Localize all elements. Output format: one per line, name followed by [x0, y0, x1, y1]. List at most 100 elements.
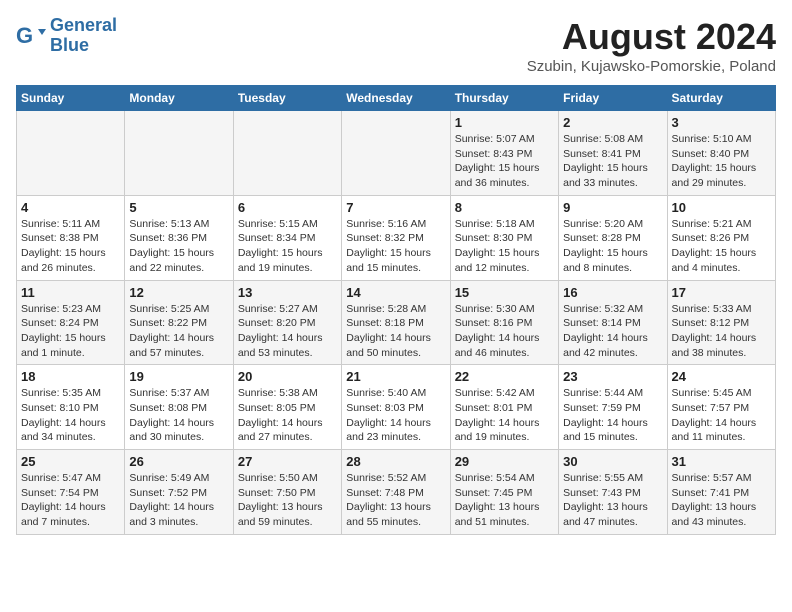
day-info: Sunrise: 5:28 AM Sunset: 8:18 PM Dayligh…	[346, 302, 445, 361]
day-number: 30	[563, 454, 662, 469]
calendar-table: SundayMondayTuesdayWednesdayThursdayFrid…	[16, 85, 776, 535]
day-info: Sunrise: 5:11 AM Sunset: 8:38 PM Dayligh…	[21, 217, 120, 276]
calendar-cell	[125, 111, 233, 196]
day-info: Sunrise: 5:21 AM Sunset: 8:26 PM Dayligh…	[672, 217, 771, 276]
calendar-body: 1Sunrise: 5:07 AM Sunset: 8:43 PM Daylig…	[17, 111, 776, 535]
calendar-cell: 20 Sunrise: 5:38 AM Sunset: 8:05 PM Dayli…	[233, 365, 341, 450]
day-number: 26	[129, 454, 228, 469]
calendar-cell: 11 Sunrise: 5:23 AM Sunset: 8:24 PM Dayli…	[17, 280, 125, 365]
day-number: 21	[346, 369, 445, 384]
day-number: 31	[672, 454, 771, 469]
day-number: 16	[563, 285, 662, 300]
day-info: Sunrise: 5:42 AM Sunset: 8:01 PM Dayligh…	[455, 386, 554, 445]
calendar-cell: 14 Sunrise: 5:28 AM Sunset: 8:18 PM Dayli…	[342, 280, 450, 365]
calendar-cell: 3 Sunrise: 5:10 AM Sunset: 8:40 PM Daylig…	[667, 111, 775, 196]
day-info: Sunrise: 5:20 AM Sunset: 8:28 PM Dayligh…	[563, 217, 662, 276]
day-number: 8	[455, 200, 554, 215]
calendar-cell	[342, 111, 450, 196]
day-number: 9	[563, 200, 662, 215]
calendar-week-3: 11 Sunrise: 5:23 AM Sunset: 8:24 PM Dayli…	[17, 280, 776, 365]
day-number: 7	[346, 200, 445, 215]
day-info: Sunrise: 5:32 AM Sunset: 8:14 PM Dayligh…	[563, 302, 662, 361]
day-info: Sunrise: 5:10 AM Sunset: 8:40 PM Dayligh…	[672, 132, 771, 191]
calendar-cell: 12Sunrise: 5:25 AM Sunset: 8:22 PM Dayli…	[125, 280, 233, 365]
svg-text:G: G	[16, 23, 33, 48]
day-info: Sunrise: 5:47 AM Sunset: 7:54 PM Dayligh…	[21, 471, 120, 530]
page-header: G General Blue August 2024 Szubin, Kujaw…	[16, 16, 776, 75]
location: Szubin, Kujawsko-Pomorskie, Poland	[527, 58, 776, 75]
day-info: Sunrise: 5:55 AM Sunset: 7:43 PM Dayligh…	[563, 471, 662, 530]
logo-line2: Blue	[50, 35, 89, 55]
day-number: 17	[672, 285, 771, 300]
weekday-header-thursday: Thursday	[450, 86, 558, 111]
day-info: Sunrise: 5:15 AM Sunset: 8:34 PM Dayligh…	[238, 217, 337, 276]
calendar-cell: 6Sunrise: 5:15 AM Sunset: 8:34 PM Daylig…	[233, 195, 341, 280]
day-info: Sunrise: 5:50 AM Sunset: 7:50 PM Dayligh…	[238, 471, 337, 530]
month-year: August 2024	[527, 16, 776, 58]
logo-text: General Blue	[50, 16, 117, 56]
day-number: 18	[21, 369, 120, 384]
calendar-cell: 17 Sunrise: 5:33 AM Sunset: 8:12 PM Dayli…	[667, 280, 775, 365]
day-info: Sunrise: 5:38 AM Sunset: 8:05 PM Dayligh…	[238, 386, 337, 445]
calendar-cell	[233, 111, 341, 196]
day-number: 3	[672, 115, 771, 130]
day-info: Sunrise: 5:57 AM Sunset: 7:41 PM Dayligh…	[672, 471, 771, 530]
calendar-cell: 10 Sunrise: 5:21 AM Sunset: 8:26 PM Dayli…	[667, 195, 775, 280]
day-number: 19	[129, 369, 228, 384]
day-info: Sunrise: 5:37 AM Sunset: 8:08 PM Dayligh…	[129, 386, 228, 445]
day-info: Sunrise: 5:40 AM Sunset: 8:03 PM Dayligh…	[346, 386, 445, 445]
calendar-cell: 26 Sunrise: 5:49 AM Sunset: 7:52 PM Dayli…	[125, 450, 233, 535]
day-info: Sunrise: 5:33 AM Sunset: 8:12 PM Dayligh…	[672, 302, 771, 361]
day-number: 12	[129, 285, 228, 300]
weekday-header-friday: Friday	[559, 86, 667, 111]
day-info: Sunrise: 5:49 AM Sunset: 7:52 PM Dayligh…	[129, 471, 228, 530]
calendar-cell: 28 Sunrise: 5:52 AM Sunset: 7:48 PM Dayli…	[342, 450, 450, 535]
day-info: Sunrise: 5:52 AM Sunset: 7:48 PM Dayligh…	[346, 471, 445, 530]
day-number: 4	[21, 200, 120, 215]
calendar-cell: 22 Sunrise: 5:42 AM Sunset: 8:01 PM Dayli…	[450, 365, 558, 450]
title-block: August 2024 Szubin, Kujawsko-Pomorskie, …	[527, 16, 776, 75]
calendar-week-4: 18Sunrise: 5:35 AM Sunset: 8:10 PM Dayli…	[17, 365, 776, 450]
day-info: Sunrise: 5:30 AM Sunset: 8:16 PM Dayligh…	[455, 302, 554, 361]
calendar-cell: 29Sunrise: 5:54 AM Sunset: 7:45 PM Dayli…	[450, 450, 558, 535]
weekday-header-sunday: Sunday	[17, 86, 125, 111]
calendar-cell: 27Sunrise: 5:50 AM Sunset: 7:50 PM Dayli…	[233, 450, 341, 535]
day-info: Sunrise: 5:16 AM Sunset: 8:32 PM Dayligh…	[346, 217, 445, 276]
calendar-cell: 31 Sunrise: 5:57 AM Sunset: 7:41 PM Dayli…	[667, 450, 775, 535]
calendar-cell: 15 Sunrise: 5:30 AM Sunset: 8:16 PM Dayli…	[450, 280, 558, 365]
day-number: 2	[563, 115, 662, 130]
calendar-cell: 7 Sunrise: 5:16 AM Sunset: 8:32 PM Daylig…	[342, 195, 450, 280]
day-number: 10	[672, 200, 771, 215]
weekday-header-tuesday: Tuesday	[233, 86, 341, 111]
logo-icon: G	[16, 21, 46, 51]
day-number: 11	[21, 285, 120, 300]
calendar-cell: 9 Sunrise: 5:20 AM Sunset: 8:28 PM Daylig…	[559, 195, 667, 280]
day-number: 13	[238, 285, 337, 300]
calendar-cell: 23Sunrise: 5:44 AM Sunset: 7:59 PM Dayli…	[559, 365, 667, 450]
day-number: 15	[455, 285, 554, 300]
calendar-cell: 1Sunrise: 5:07 AM Sunset: 8:43 PM Daylig…	[450, 111, 558, 196]
calendar-cell: 30 Sunrise: 5:55 AM Sunset: 7:43 PM Dayli…	[559, 450, 667, 535]
day-number: 25	[21, 454, 120, 469]
weekday-header-monday: Monday	[125, 86, 233, 111]
calendar-cell: 25 Sunrise: 5:47 AM Sunset: 7:54 PM Dayli…	[17, 450, 125, 535]
day-info: Sunrise: 5:23 AM Sunset: 8:24 PM Dayligh…	[21, 302, 120, 361]
day-info: Sunrise: 5:13 AM Sunset: 8:36 PM Dayligh…	[129, 217, 228, 276]
calendar-cell: 19 Sunrise: 5:37 AM Sunset: 8:08 PM Dayli…	[125, 365, 233, 450]
day-info: Sunrise: 5:18 AM Sunset: 8:30 PM Dayligh…	[455, 217, 554, 276]
calendar-cell: 4 Sunrise: 5:11 AM Sunset: 8:38 PM Daylig…	[17, 195, 125, 280]
day-number: 23	[563, 369, 662, 384]
weekday-header-wednesday: Wednesday	[342, 86, 450, 111]
day-number: 28	[346, 454, 445, 469]
weekday-header-row: SundayMondayTuesdayWednesdayThursdayFrid…	[17, 86, 776, 111]
day-info: Sunrise: 5:08 AM Sunset: 8:41 PM Dayligh…	[563, 132, 662, 191]
day-number: 22	[455, 369, 554, 384]
calendar-cell: 16 Sunrise: 5:32 AM Sunset: 8:14 PM Dayli…	[559, 280, 667, 365]
calendar-cell: 2 Sunrise: 5:08 AM Sunset: 8:41 PM Daylig…	[559, 111, 667, 196]
calendar-week-1: 1Sunrise: 5:07 AM Sunset: 8:43 PM Daylig…	[17, 111, 776, 196]
day-number: 14	[346, 285, 445, 300]
calendar-week-2: 4 Sunrise: 5:11 AM Sunset: 8:38 PM Daylig…	[17, 195, 776, 280]
day-number: 20	[238, 369, 337, 384]
calendar-cell	[17, 111, 125, 196]
calendar-cell: 13Sunrise: 5:27 AM Sunset: 8:20 PM Dayli…	[233, 280, 341, 365]
